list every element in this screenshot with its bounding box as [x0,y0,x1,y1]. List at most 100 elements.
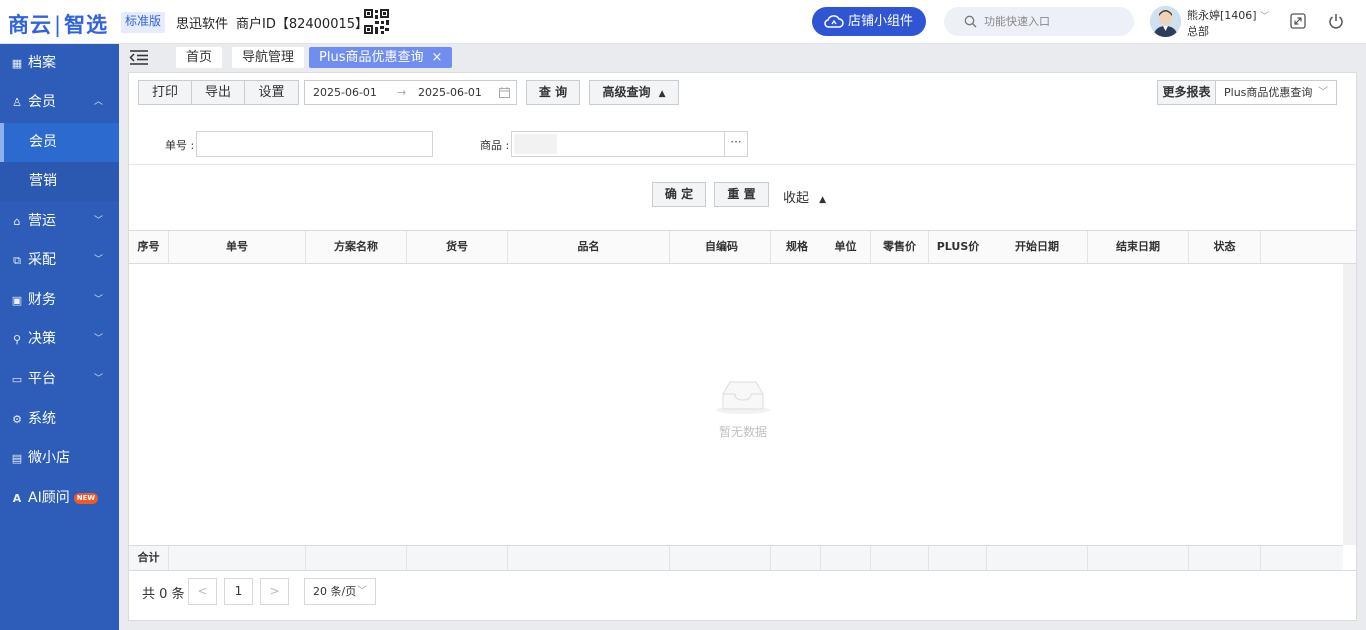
sidebar-item-decision[interactable]: ⚲ 决策 ﹀ [0,320,119,359]
person-icon [1150,6,1181,37]
sidebar-item-system[interactable]: ⚙ 系统 [0,400,119,439]
finance-icon: ▣ [11,294,23,307]
top-header: 商云|智选 标准版 思迅软件 商户ID【82400015】 店铺小组件 功能快速… [0,0,1366,44]
column-header[interactable]: 状态 [1189,231,1261,263]
sidebar-item-label: 档案 [28,55,56,71]
user-avatar[interactable] [1150,6,1181,37]
power-icon[interactable] [1328,13,1344,29]
merchant-id: 商户ID【82400015】 [236,17,369,32]
table-scrollbar[interactable] [1343,264,1356,545]
page-size-select[interactable]: 20 条/页 ﹀ [304,578,376,605]
operation-icon: ⌂ [13,215,21,228]
goods-label: 商品 : [480,139,510,152]
arrow-right-icon: → [397,86,407,99]
next-page-button[interactable]: > [260,578,289,605]
sidebar-item-platform[interactable]: ▭ 平台 ﹀ [0,360,119,399]
reset-button[interactable]: 重 置 [714,182,769,207]
column-header[interactable]: 单位 [821,231,871,263]
column-header[interactable]: 序号 [129,231,169,263]
collapse-filters-button[interactable]: 收起 ▲ [783,187,826,206]
prev-page-button[interactable]: < [188,578,217,605]
total-cell [306,546,407,570]
page-number-button[interactable]: 1 [224,578,253,605]
total-cell [987,546,1088,570]
qr-code-icon[interactable] [364,9,389,34]
goods-input[interactable]: ··· [511,131,748,157]
report-panel: 打印 导出 设置 2025-06-01 → 2025-06-01 查 询 高级查… [128,72,1357,621]
print-button[interactable]: 打印 [139,81,192,104]
menu-collapse-icon[interactable] [129,49,149,66]
column-header[interactable]: 自编码 [670,231,771,263]
column-header[interactable]: 品名 [508,231,670,263]
user-name[interactable]: 熊永婷[1406] ﹀ [1187,7,1269,23]
tab-navigation[interactable]: 导航管理 [232,47,305,68]
ai-icon: A [12,492,22,505]
column-header[interactable]: 单号 [169,231,306,263]
sidebar-item-operation[interactable]: ⌂ 营运 ﹀ [0,202,119,241]
calendar-icon [499,87,510,98]
chevron-down-icon: ﹀ [357,586,367,597]
empty-inbox-icon [716,381,770,414]
column-header[interactable]: 结束日期 [1088,231,1189,263]
report-select[interactable]: Plus商品优惠查询 ﹀ [1215,80,1337,105]
sidebar-subitem-marketing[interactable]: 营销 [0,162,119,201]
query-button[interactable]: 查 询 [526,80,580,105]
column-header[interactable]: PLUS价 [929,231,987,263]
total-label: 合计 [129,546,169,570]
chevron-down-icon: ﹀ [93,216,103,226]
user-name-text: 熊永婷[1406] [1187,9,1257,22]
tab-label: Plus商品优惠查询 [319,50,424,65]
sidebar-item-micro-shop[interactable]: ▤ 微小店 [0,439,119,478]
sidebar-item-purchase[interactable]: ⧉ 采配 ﹀ [0,241,119,280]
empty-text: 暂无数据 [718,425,767,439]
sidebar-item-finance[interactable]: ▣ 财务 ﹀ [0,281,119,320]
user-department: 总部 [1187,25,1209,38]
tab-home[interactable]: 首页 [176,47,223,68]
chevron-down-icon: ﹀ [1318,87,1328,98]
order-no-input[interactable] [196,131,433,157]
app-logo[interactable]: 商云|智选 [8,9,108,39]
total-cell [871,546,929,570]
settings-button[interactable]: 设置 [245,81,298,104]
tab-plus-discount-query[interactable]: Plus商品优惠查询 × [309,47,453,68]
fullscreen-icon[interactable] [1290,13,1306,29]
chevron-up-icon: ︿ [93,97,103,107]
sidebar-item-ai-advisor[interactable]: A AI顾问 NEW [0,479,119,518]
advanced-query-button[interactable]: 高级查询 ▲ [589,80,679,105]
edition-badge: 标准版 [121,12,166,33]
empty-state: 暂无数据 [715,376,771,440]
action-button-group: 打印 导出 设置 [138,80,299,105]
page-size-value: 20 条/页 [313,585,357,598]
sidebar-item-archive[interactable]: ▦ 档案 [0,44,119,83]
confirm-button[interactable]: 确 定 [652,182,706,207]
table-header: 序号 单号 方案名称 货号 品名 自编码 规格 单位 零售价 PLUS价 开始日… [129,230,1356,264]
total-cell [821,546,871,570]
export-button[interactable]: 导出 [192,81,245,104]
pagination: 共 0 条 < 1 > 20 条/页 ﹀ [129,570,1356,620]
total-cell [771,546,821,570]
column-header[interactable]: 方案名称 [306,231,407,263]
sidebar-item-member[interactable]: ♙ 会员 ︿ [0,83,119,122]
quick-search-input[interactable]: 功能快速入口 [944,7,1134,36]
sidebar-subitem-member[interactable]: 会员 [0,123,119,162]
filter-divider [129,164,1356,165]
column-header[interactable]: 货号 [407,231,508,263]
start-date[interactable]: 2025-06-01 [313,81,377,104]
more-dots-button[interactable]: ··· [724,132,747,156]
company-name: 思迅软件 [176,17,229,32]
column-header[interactable]: 开始日期 [987,231,1088,263]
close-icon[interactable]: × [431,50,442,65]
date-range-picker[interactable]: 2025-06-01 → 2025-06-01 [304,80,517,105]
column-header[interactable]: 规格 [771,231,821,263]
end-date[interactable]: 2025-06-01 [418,81,482,104]
sidebar-item-label: AI顾问 [28,490,70,506]
decision-icon: ⚲ [12,333,22,346]
total-cell [1088,546,1189,570]
sidebar: ▦ 档案 ♙ 会员 ︿ 会员 营销 ⌂ 营运 ﹀ ⧉ 采配 ﹀ ▣ 财务 ﹀ ⚲ 决策 ﹀ … [0,44,119,630]
logo-right-text: 智选 [64,13,109,37]
store-widget-button[interactable]: 店铺小组件 [812,7,926,36]
search-placeholder: 功能快速入口 [984,15,1050,28]
goods-placeholder-chip [514,134,557,154]
advanced-query-label: 高级查询 [602,85,651,99]
column-header[interactable]: 零售价 [871,231,929,263]
